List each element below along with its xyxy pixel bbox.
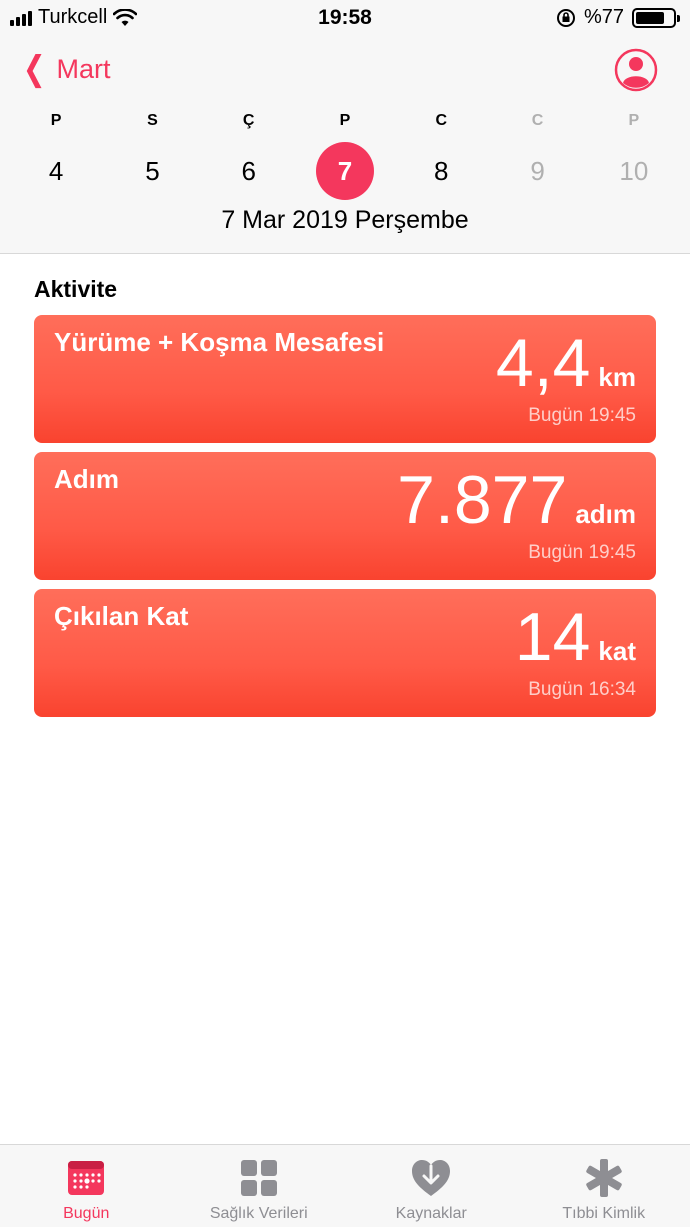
weekday-label: P	[628, 112, 640, 129]
card-timestamp: Bugün 19:45	[528, 542, 636, 563]
date-item[interactable]: 5	[104, 142, 200, 200]
tab-label: Sağlık Verileri	[209, 1205, 308, 1222]
date-row: 4 5 6 7 8 9 10	[8, 142, 682, 200]
card-title: Adım	[54, 464, 119, 494]
heart-download-icon	[410, 1157, 452, 1199]
card-timestamp: Bugün 16:34	[528, 679, 636, 700]
tab-label: Tıbbi Kimlik	[562, 1205, 646, 1222]
distance-card[interactable]: Yürüme + Koşma Mesafesi 4,4 km Bugün 19:…	[34, 315, 656, 443]
battery-icon	[632, 7, 680, 28]
date-item-future: 9	[489, 142, 585, 200]
date-number: 9	[530, 155, 545, 186]
tab-health-data[interactable]: Sağlık Verileri	[173, 1145, 346, 1227]
weekday-label: C	[531, 112, 544, 129]
date-number: 6	[241, 155, 256, 186]
date-number: 10	[619, 155, 649, 186]
weekday-label: Ç	[242, 112, 255, 129]
tab-today[interactable]: Bugün	[0, 1145, 173, 1227]
date-item-future: 10	[586, 142, 682, 200]
status-right: %77	[556, 6, 680, 29]
date-number: 8	[434, 155, 449, 186]
floors-card[interactable]: Çıkılan Kat 14 kat Bugün 16:34	[34, 589, 656, 717]
full-date-label: 7 Mar 2019 Perşembe	[221, 206, 469, 234]
battery-fill	[636, 11, 664, 24]
calendar-icon	[65, 1157, 107, 1199]
date-item[interactable]: 8	[393, 142, 489, 200]
weekday-label: P	[339, 112, 351, 129]
card-timestamp: Bugün 19:45	[528, 405, 636, 426]
tab-label: Bugün	[63, 1205, 110, 1222]
chevron-left-icon: ❮	[22, 50, 46, 88]
weekday-label: C	[435, 112, 448, 129]
card-value: 14 kat	[515, 603, 636, 671]
steps-card[interactable]: Adım 7.877 adım Bugün 19:45	[34, 452, 656, 580]
tab-bar: Bugün Sağlık Verileri Kaynaklar Tıbbi Ki…	[0, 1144, 690, 1227]
section-title: Aktivite	[34, 276, 118, 302]
back-label: Mart	[56, 53, 111, 84]
weekday-label: S	[147, 112, 158, 129]
card-value: 7.877 adım	[397, 466, 636, 534]
date-number: 4	[48, 155, 64, 186]
weekday-row: P S Ç P C C P	[8, 112, 682, 130]
value-number: 4,4	[495, 325, 591, 401]
battery-percent: %77	[583, 6, 624, 28]
profile-icon[interactable]	[614, 48, 658, 92]
grid-icon	[238, 1157, 280, 1199]
rotation-lock-icon	[556, 8, 575, 27]
date-item[interactable]: 4	[8, 142, 104, 200]
date-item-selected[interactable]: 7	[297, 142, 393, 200]
weekday-label: P	[50, 112, 62, 129]
status-bar: Turkcell 19:58 %77	[0, 0, 690, 36]
value-number: 14	[514, 599, 591, 675]
value-unit: km	[598, 362, 636, 392]
tab-label: Kaynaklar	[395, 1205, 467, 1222]
date-number: 5	[145, 155, 160, 186]
card-value: 4,4 km	[496, 329, 636, 397]
value-number: 7.877	[397, 462, 568, 538]
date-header: ❮ Mart P S Ç P C C P 4 5 6 7 8 9 10 7 Ma…	[0, 36, 690, 254]
tab-sources[interactable]: Kaynaklar	[345, 1145, 518, 1227]
back-button[interactable]: ❮ Mart	[20, 52, 111, 86]
value-unit: adım	[575, 499, 636, 529]
date-number-selected: 7	[315, 142, 374, 200]
card-title: Yürüme + Koşma Mesafesi	[54, 327, 385, 357]
card-title: Çıkılan Kat	[54, 601, 189, 631]
asterisk-icon	[583, 1157, 625, 1199]
value-unit: kat	[598, 636, 636, 666]
tab-medical-id[interactable]: Tıbbi Kimlik	[518, 1145, 690, 1227]
date-item[interactable]: 6	[201, 142, 297, 200]
